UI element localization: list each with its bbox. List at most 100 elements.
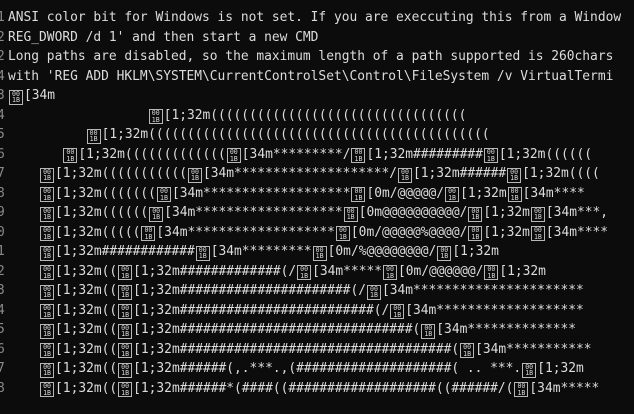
line-text: 00 1B [1;32m((((((((((((((((((((((((((((((…	[8, 106, 466, 126]
line-text: 00 1B [1;32m((00 1B [1;32m##################…	[8, 281, 584, 301]
escape-char-icon: 00 1B	[156, 187, 171, 203]
escape-char-icon: 00 1B	[297, 265, 312, 281]
escape-char-icon: 00 1B	[530, 226, 545, 242]
escape-char-icon: 00 1B	[118, 265, 133, 281]
escape-char-icon: 00 1B	[460, 343, 475, 359]
escape-char-icon: 00 1B	[118, 323, 133, 339]
escape-char-icon: 00 1B	[9, 89, 23, 105]
escape-char-icon: 00 1B	[530, 206, 545, 222]
escape-char-icon: 00 1B	[118, 304, 133, 320]
terminal-line: 4 00 1B [1;32m((00 1B [1;32m################…	[0, 301, 634, 321]
escape-char-icon: 00 1B	[366, 284, 381, 300]
line-number: 7	[0, 361, 5, 376]
escape-char-icon: 00 1B	[118, 382, 133, 398]
escape-char-icon: 00 1B	[335, 226, 350, 242]
escape-char-icon: 00 1B	[468, 226, 483, 242]
line-number: 2	[0, 263, 5, 279]
line-text: 00 1B [1;32m(((((((((((00 1B [34m***********…	[8, 164, 600, 184]
terminal-line: 4 with 'REG ADD HKLM\SYSTEM\CurrentContro…	[0, 67, 634, 87]
escape-char-icon: 00 1B	[382, 265, 397, 281]
escape-char-icon: 00 1B	[507, 187, 522, 203]
escape-char-icon: 00 1B	[398, 167, 413, 183]
escape-char-icon: 00 1B	[40, 167, 55, 183]
line-text: 00 1B [1;32m(((((00 1B [34m*****************…	[8, 223, 608, 243]
line-number: 1	[0, 10, 5, 25]
line-text: REG_DWORD /d 1' and then start a new CMD	[8, 29, 319, 45]
escape-char-icon: 00 1B	[118, 343, 133, 359]
line-number: 5	[0, 322, 5, 337]
escape-char-icon: 00 1B	[40, 362, 55, 378]
line-text: 00 1B [1;32m((00 1B [1;32m##################…	[8, 301, 584, 321]
terminal-line: 0 00 1B [1;32m(((((00 1B [34m***************…	[0, 223, 634, 243]
line-text: 00 1B [1;32m((00 1B [1;32m#############(/00 1…	[8, 262, 546, 282]
line-number: 3	[0, 283, 5, 298]
escape-char-icon: 00 1B	[343, 206, 358, 222]
line-number: 9	[0, 205, 5, 220]
terminal-line: 4 00 1B [1;32m((((((((((((((((((((((((((((…	[0, 106, 634, 126]
line-text: ANSI color bit for Windows is not set. I…	[8, 10, 622, 25]
line-number: 2	[0, 49, 5, 64]
escape-char-icon: 00 1B	[40, 187, 55, 203]
escape-char-icon: 00 1B	[483, 148, 498, 164]
terminal-line: 2 REG_DWORD /d 1' and then start a new CM…	[0, 28, 634, 48]
escape-char-icon: 00 1B	[86, 128, 101, 144]
line-number: 6	[0, 146, 5, 162]
escape-char-icon: 00 1B	[514, 382, 529, 398]
line-number: 6	[0, 341, 5, 357]
escape-char-icon: 00 1B	[118, 284, 133, 300]
line-text: 00 1B [1;32m(((((((00 1B [34m***************…	[8, 184, 585, 204]
terminal-line: 2 00 1B [1;32m((00 1B [1;32m#############(/0…	[0, 262, 634, 282]
line-number: 8	[0, 380, 5, 396]
line-number: 4	[0, 302, 5, 318]
terminal-line: 2 Long paths are disabled, so the maximum…	[0, 47, 634, 67]
escape-char-icon: 00 1B	[40, 323, 55, 339]
line-number: 3	[0, 88, 5, 103]
line-text: 00 1B [34m	[8, 86, 55, 106]
terminal-line: 5 00 1B [1;32m((00 1B [1;32m################…	[0, 320, 634, 340]
escape-char-icon: 00 1B	[226, 148, 241, 164]
line-text: 00 1B [1;32m((((((00 1B [34m****************…	[8, 203, 608, 223]
escape-char-icon: 00 1B	[149, 206, 164, 222]
terminal-line: 1 ANSI color bit for Windows is not set. …	[0, 8, 634, 28]
escape-char-icon: 00 1B	[148, 109, 163, 125]
escape-char-icon: 00 1B	[390, 304, 405, 320]
terminal-output: 1 ANSI color bit for Windows is not set. …	[0, 8, 634, 398]
escape-char-icon: 00 1B	[484, 265, 499, 281]
escape-char-icon: 00 1B	[312, 245, 327, 261]
escape-char-icon: 00 1B	[40, 265, 55, 281]
line-number: 0	[0, 224, 5, 240]
line-text: 00 1B [1;32m(((((((((((((00 1B [34m*********…	[8, 145, 592, 165]
terminal-line: 9 00 1B [1;32m((((((00 1B [34m**************…	[0, 203, 634, 223]
terminal-line: 3 00 1B [34m	[0, 86, 634, 106]
line-number: 5	[0, 127, 5, 142]
line-text: 00 1B [1;32m((((((((((((((((((((((((((((((…	[8, 125, 490, 145]
line-number: 2	[0, 29, 5, 45]
escape-char-icon: 00 1B	[40, 226, 55, 242]
line-text: 00 1B [1;32m((00 1B [1;32m######(,.***.,(###…	[8, 359, 584, 379]
escape-char-icon: 00 1B	[63, 148, 78, 164]
escape-char-icon: 00 1B	[40, 343, 55, 359]
terminal-line: 1 00 1B [1;32m############ 00 1B [34m********…	[0, 242, 634, 262]
line-text: 00 1B [1;32m((00 1B [1;32m######*(####((####…	[8, 379, 599, 399]
escape-char-icon: 00 1B	[421, 323, 436, 339]
line-number: 8	[0, 185, 5, 201]
terminal-window[interactable]: 1 ANSI color bit for Windows is not set. …	[0, 0, 634, 414]
escape-char-icon: 00 1B	[40, 206, 55, 222]
terminal-line: 7 00 1B [1;32m((00 1B [1;32m######(,.***.,(#…	[0, 359, 634, 379]
escape-char-icon: 00 1B	[195, 245, 210, 261]
line-number: 4	[0, 107, 5, 123]
terminal-line: 7 00 1B [1;32m(((((((((((00 1B [34m*********…	[0, 164, 634, 184]
line-text: 00 1B [1;32m((00 1B [1;32m##################…	[8, 320, 576, 340]
line-number: 4	[0, 68, 5, 84]
escape-char-icon: 00 1B	[40, 245, 55, 261]
terminal-line: 3 00 1B [1;32m((00 1B [1;32m################…	[0, 281, 634, 301]
line-text: 00 1B [1;32m((00 1B [1;32m##################…	[8, 340, 592, 360]
escape-char-icon: 00 1B	[522, 362, 537, 378]
line-text: with 'REG ADD HKLM\SYSTEM\CurrentControl…	[8, 68, 614, 84]
escape-char-icon: 00 1B	[468, 206, 483, 222]
escape-char-icon: 00 1B	[351, 187, 366, 203]
escape-char-icon: 00 1B	[507, 167, 522, 183]
terminal-line: 6 00 1B [1;32m(((((((((((((00 1B [34m*******…	[0, 145, 634, 165]
terminal-line: 8 00 1B [1;32m((00 1B [1;32m######*(####((##…	[0, 379, 634, 399]
line-number: 7	[0, 166, 5, 181]
